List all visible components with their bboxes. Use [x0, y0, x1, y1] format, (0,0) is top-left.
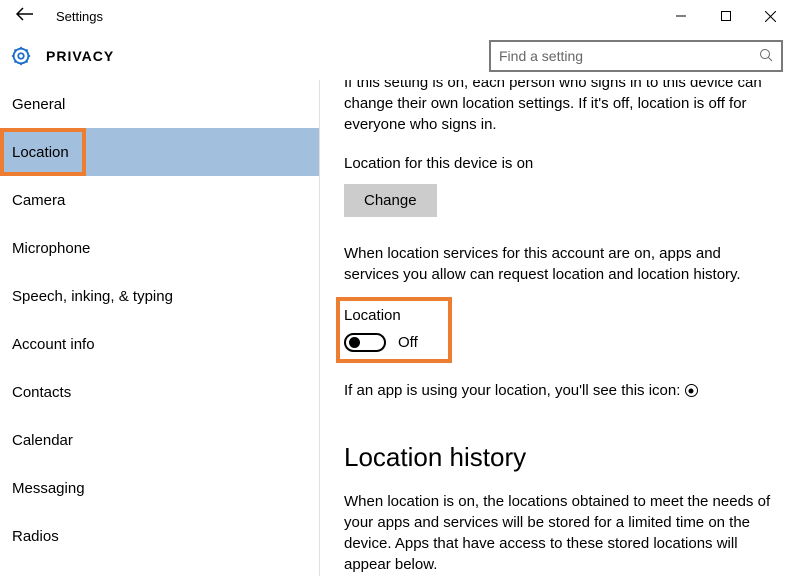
- minimize-button[interactable]: [658, 1, 703, 31]
- sidebar-item-label: General: [12, 96, 65, 113]
- search-icon: [759, 48, 773, 65]
- device-status: Location for this device is on: [344, 153, 777, 174]
- sidebar: General Location Camera Microphone Speech, i…: [0, 80, 320, 576]
- gear-icon: [10, 45, 32, 67]
- sidebar-item-speech-inking-typing[interactable]: Speech, inking, & typing: [0, 272, 319, 320]
- titlebar: Settings: [0, 0, 793, 32]
- sidebar-item-messaging[interactable]: Messaging: [0, 464, 319, 512]
- body: General Location Camera Microphone Speech, i…: [0, 80, 793, 576]
- sidebar-item-calendar[interactable]: Calendar: [0, 416, 319, 464]
- toggle-knob: [349, 337, 360, 348]
- titlebar-left: Settings: [12, 5, 103, 28]
- back-button[interactable]: [12, 5, 38, 28]
- sidebar-item-account-info[interactable]: Account info: [0, 320, 319, 368]
- sidebar-item-label: Radios: [12, 528, 59, 545]
- sidebar-item-radios[interactable]: Radios: [0, 512, 319, 560]
- toggle-label: Location: [344, 305, 418, 326]
- window-controls: [658, 1, 793, 31]
- header: PRIVACY Find a setting: [0, 32, 793, 80]
- content: If this setting is on, each person who s…: [320, 80, 793, 576]
- sidebar-item-label: Speech, inking, & typing: [12, 288, 173, 305]
- change-button[interactable]: Change: [344, 184, 437, 217]
- history-body: When location is on, the locations obtai…: [344, 491, 777, 575]
- history-title: Location history: [344, 439, 777, 475]
- toggle-state: Off: [398, 332, 418, 353]
- sidebar-item-label: Microphone: [12, 240, 90, 257]
- maximize-button[interactable]: [703, 1, 748, 31]
- search-input[interactable]: Find a setting: [489, 40, 783, 72]
- sidebar-item-microphone[interactable]: Microphone: [0, 224, 319, 272]
- sidebar-item-contacts[interactable]: Contacts: [0, 368, 319, 416]
- icon-line: If an app is using your location, you'll…: [344, 380, 777, 401]
- sidebar-item-label: Location: [12, 144, 69, 161]
- sidebar-item-label: Messaging: [12, 480, 85, 497]
- sidebar-item-general[interactable]: General: [0, 80, 319, 128]
- account-desc: When location services for this account …: [344, 243, 777, 285]
- sidebar-item-label: Contacts: [12, 384, 71, 401]
- sidebar-item-label: Account info: [12, 336, 95, 353]
- search-placeholder: Find a setting: [499, 48, 583, 64]
- location-toggle[interactable]: [344, 333, 386, 352]
- intro-text: If this setting is on, each person who s…: [344, 80, 777, 135]
- close-button[interactable]: [748, 1, 793, 31]
- sidebar-item-camera[interactable]: Camera: [0, 176, 319, 224]
- toggle-row: Off: [344, 332, 418, 353]
- sidebar-item-label: Calendar: [12, 432, 73, 449]
- window-title: Settings: [56, 9, 103, 24]
- sidebar-item-label: Camera: [12, 192, 65, 209]
- location-indicator-icon: [685, 384, 698, 397]
- page-title: PRIVACY: [46, 48, 114, 64]
- sidebar-item-location[interactable]: Location: [0, 128, 319, 176]
- icon-line-text: If an app is using your location, you'll…: [344, 382, 680, 399]
- header-left: PRIVACY: [10, 45, 114, 67]
- location-toggle-section: Location Off: [344, 305, 418, 353]
